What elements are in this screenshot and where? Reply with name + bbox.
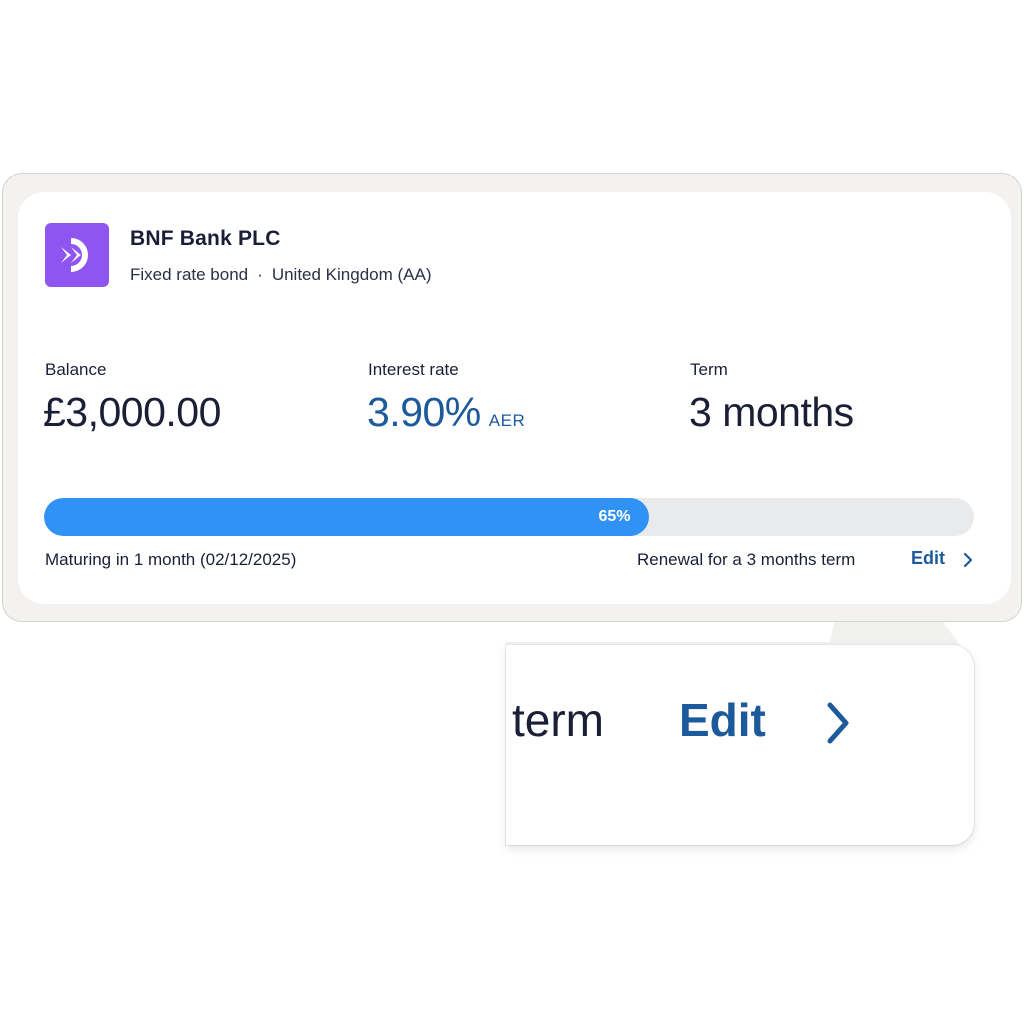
progress-percent-label: 65%: [598, 508, 631, 525]
separator-dot: ·: [257, 265, 263, 284]
zoom-chevron-right-icon[interactable]: [822, 699, 854, 747]
renewal-text: Renewal for a 3 months term: [637, 550, 856, 569]
chevron-right-icon[interactable]: [961, 550, 975, 570]
bank-logo: [45, 223, 109, 287]
bnf-logo-icon: [61, 238, 88, 272]
maturity-progress-bar: 65%: [44, 498, 974, 536]
interest-rate-number: 3.90%: [367, 389, 481, 435]
zoom-edit-link[interactable]: Edit: [679, 693, 766, 747]
maturing-text: Maturing in 1 month (02/12/2025): [45, 550, 297, 569]
zoom-callout: term Edit: [506, 645, 974, 845]
interest-rate-value: 3.90% AER: [367, 389, 525, 436]
term-label: Term: [690, 360, 728, 379]
canvas: BNF Bank PLC Fixed rate bond · United King…: [0, 0, 1024, 1024]
interest-rate-unit: AER: [488, 411, 526, 430]
balance-label: Balance: [45, 360, 107, 379]
term-value: 3 months: [689, 389, 854, 435]
edit-renewal-link[interactable]: Edit: [911, 548, 945, 569]
progress-fill: 65%: [44, 498, 649, 536]
interest-rate-label: Interest rate: [368, 360, 459, 379]
account-card-frame: BNF Bank PLC Fixed rate bond · United King…: [2, 173, 1022, 622]
zoom-term-text: term: [512, 694, 604, 746]
balance-value: £3,000.00: [43, 389, 221, 435]
product-subtitle: Fixed rate bond · United Kingdom (AA): [130, 265, 432, 285]
account-card: BNF Bank PLC Fixed rate bond · United King…: [18, 192, 1011, 604]
product-type: Fixed rate bond: [130, 265, 249, 284]
country-rating: United Kingdom (AA): [271, 265, 432, 284]
bank-name: BNF Bank PLC: [130, 227, 281, 250]
